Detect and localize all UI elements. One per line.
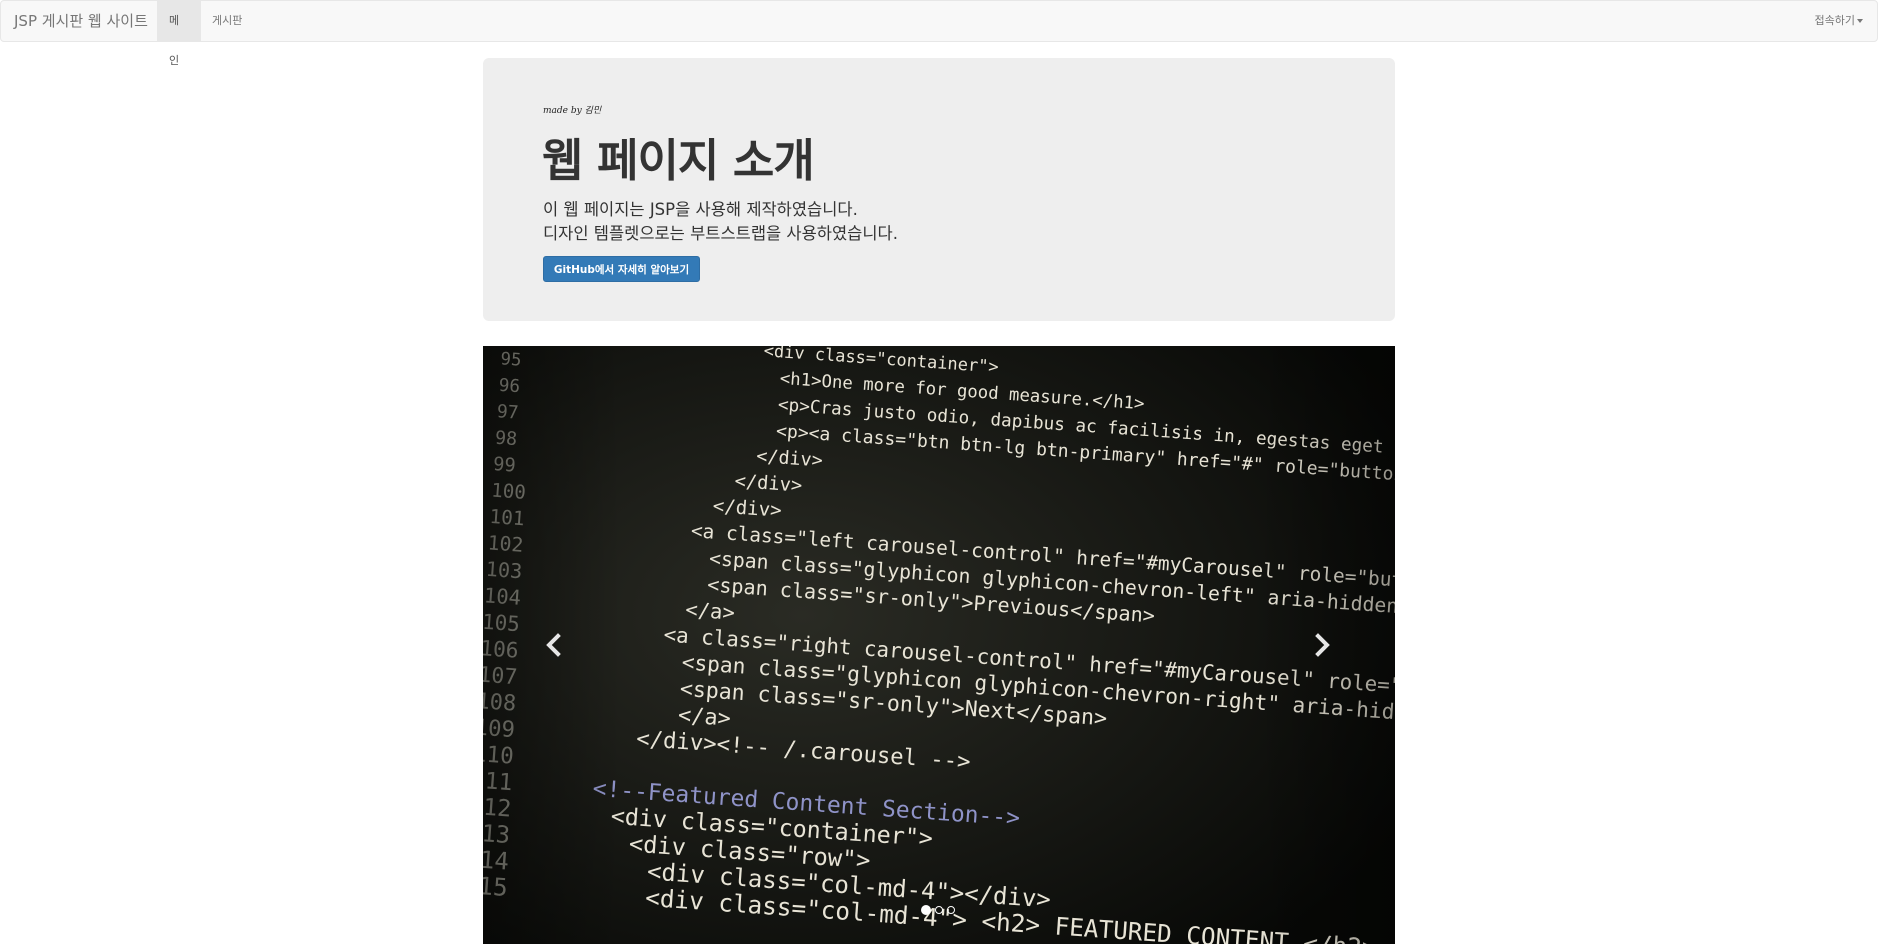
code-line-text: </a> [685,597,736,624]
carousel-prev-control[interactable] [541,632,567,658]
carousel-indicator-3[interactable] [947,906,955,914]
chevron-right-icon [1315,633,1330,657]
intro-line-2: 디자인 템플렛으로는 부트스트랩을 사용하였습니다. [543,224,898,243]
carousel-next-control[interactable] [1309,632,1335,658]
image-carousel: 94<div class="container">95<h1>One more … [483,346,1395,944]
connect-dropdown-label: 접속하기 [1814,14,1855,27]
made-by-note: made by 김민 [543,106,602,116]
nav-item-board[interactable]: 게시판 [200,1,260,41]
carousel-indicator-1[interactable] [921,905,931,915]
jumbotron: made by 김민 웹 페이지 소개 이 웹 페이지는 JSP을 사용해 제작… [483,58,1395,321]
page-title: 웹 페이지 소개 [542,134,815,187]
navbar-brand[interactable]: JSP 게시판 웹 사이트 [14,1,148,41]
carousel-indicator-2[interactable] [935,906,943,914]
nav-item-main[interactable]: 메인 [157,1,201,67]
code-line-text: </a> [677,703,731,732]
intro-description: 이 웹 페이지는 JSP을 사용해 제작하였습니다. 디자인 템플렛으로는 부트… [543,198,898,246]
navbar: JSP 게시판 웹 사이트 메인 게시판 접속하기 [0,0,1878,67]
github-button[interactable]: GitHub에서 자세히 알아보기 [543,256,700,282]
connect-dropdown[interactable]: 접속하기 [1791,1,1871,41]
chevron-left-icon [546,633,561,657]
caret-down-icon [1857,19,1863,23]
intro-line-1: 이 웹 페이지는 JSP을 사용해 제작하였습니다. [543,200,858,219]
code-line-text: </div> [712,494,782,522]
